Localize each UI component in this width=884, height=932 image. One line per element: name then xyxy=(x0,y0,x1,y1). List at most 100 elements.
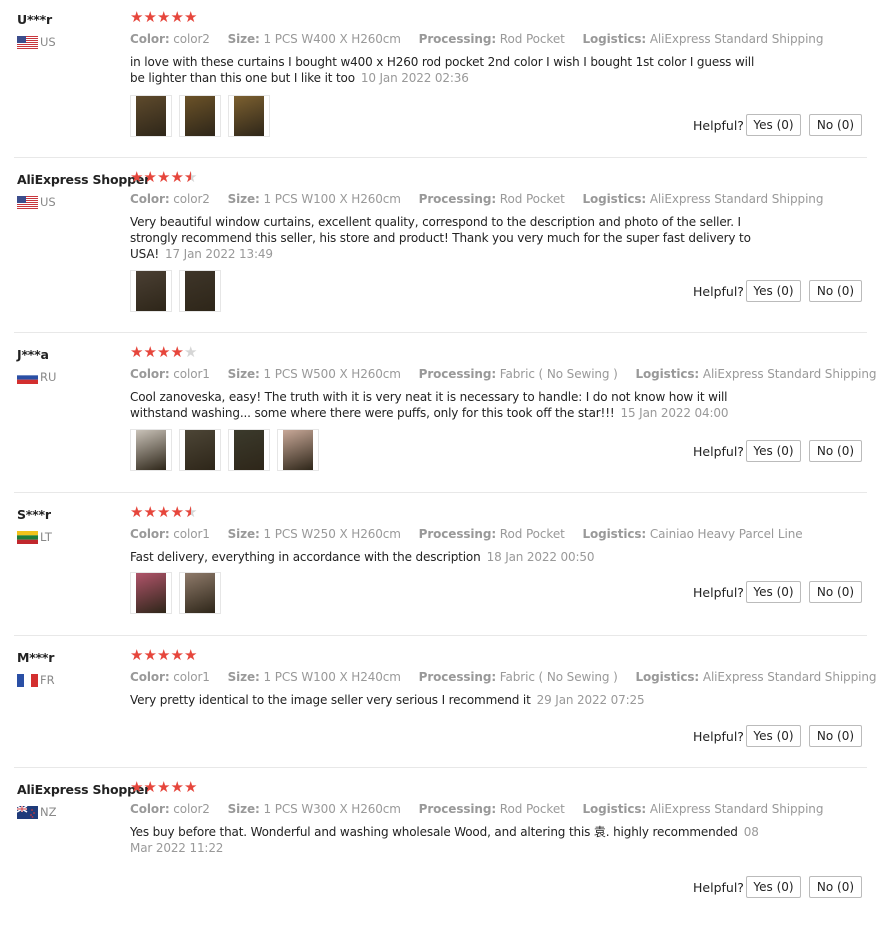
helpful-no-button[interactable]: No (0) xyxy=(809,280,862,302)
size-label: Size: xyxy=(227,192,260,206)
logistics-value: AliExpress Standard Shipping xyxy=(702,367,877,381)
star-icon: ★ xyxy=(170,647,184,664)
size-value: 1 PCS W100 X H260cm xyxy=(263,192,401,206)
reviewer-name: J***a xyxy=(17,347,49,362)
processing-label: Processing: xyxy=(418,32,497,46)
star-icon: ★ xyxy=(157,344,171,361)
logistics-label: Logistics: xyxy=(635,670,700,684)
processing-value: Rod Pocket xyxy=(499,527,565,541)
review-photo-thumbnail[interactable] xyxy=(228,429,270,471)
review-item: U***r US ★ ★ ★ ★ ★ Color: color2 Size: 1 PCS… xyxy=(0,10,884,162)
helpful-yes-button[interactable]: Yes (0) xyxy=(746,876,801,898)
helpful-yes-button[interactable]: Yes (0) xyxy=(746,440,801,462)
star-icon: ★ xyxy=(130,647,144,664)
processing-value: Rod Pocket xyxy=(499,802,565,816)
country-flag-icon xyxy=(17,35,38,49)
logistics-value: Cainiao Heavy Parcel Line xyxy=(649,527,803,541)
country-flag-icon xyxy=(17,370,38,384)
star-icon: ★ xyxy=(184,505,198,522)
color-value: color1 xyxy=(173,367,210,381)
reviewer-country: US xyxy=(17,35,56,49)
star-icon: ★ xyxy=(157,779,171,796)
star-icon: ★ xyxy=(143,9,157,26)
review-photo-thumbnail[interactable] xyxy=(130,572,172,614)
review-photo-thumbnail[interactable] xyxy=(130,95,172,137)
review-photo-thumbnail[interactable] xyxy=(179,270,221,312)
rating-stars: ★ ★ ★ ★ ★ xyxy=(130,648,198,664)
color-value: color1 xyxy=(173,527,210,541)
review-photos xyxy=(130,95,277,137)
review-text: Fast delivery, everything in accordance … xyxy=(130,549,760,565)
processing-value: Fabric ( No Sewing ) xyxy=(499,670,618,684)
helpful-yes-button[interactable]: Yes (0) xyxy=(746,725,801,747)
country-code: FR xyxy=(40,673,55,687)
helpful-yes-button[interactable]: Yes (0) xyxy=(746,280,801,302)
star-icon: ★ xyxy=(184,647,198,664)
size-label: Size: xyxy=(227,527,260,541)
review-text: Yes buy before that. Wonderful and washi… xyxy=(130,824,760,856)
order-info: Color: color1 Size: 1 PCS W250 X H260cm … xyxy=(130,527,816,541)
star-icon: ★ xyxy=(184,9,198,26)
color-label: Color: xyxy=(130,192,170,206)
order-info: Color: color2 Size: 1 PCS W100 X H260cm … xyxy=(130,192,837,206)
review-photo-thumbnail[interactable] xyxy=(179,95,221,137)
star-icon: ★ xyxy=(170,9,184,26)
star-icon: ★ xyxy=(130,344,144,361)
review-photo-thumbnail[interactable] xyxy=(130,270,172,312)
color-label: Color: xyxy=(130,670,170,684)
star-icon: ★ xyxy=(143,169,157,186)
helpful-label: Helpful? xyxy=(693,585,744,600)
photo-image xyxy=(136,271,166,311)
rating-stars: ★ ★ ★ ★ ★ xyxy=(130,780,198,796)
rating-stars: ★ ★ ★ ★ ★ xyxy=(130,10,198,26)
helpful-yes-button[interactable]: Yes (0) xyxy=(746,581,801,603)
color-label: Color: xyxy=(130,32,170,46)
helpful-no-button[interactable]: No (0) xyxy=(809,725,862,747)
order-info: Color: color1 Size: 1 PCS W100 X H240cm … xyxy=(130,670,884,684)
size-label: Size: xyxy=(227,367,260,381)
reviewer-name: S***r xyxy=(17,507,51,522)
review-item: J***a RU ★ ★ ★ ★ ★ Color: color1 Size: 1 PCS… xyxy=(0,344,884,497)
country-code: NZ xyxy=(40,805,57,819)
review-date: 29 Jan 2022 07:25 xyxy=(536,693,645,707)
helpful-no-button[interactable]: No (0) xyxy=(809,581,862,603)
star-icon: ★ xyxy=(170,779,184,796)
color-label: Color: xyxy=(130,802,170,816)
helpful-label: Helpful? xyxy=(693,118,744,133)
review-text: Very pretty identical to the image selle… xyxy=(130,692,760,708)
photo-image xyxy=(136,430,166,470)
review-date: 18 Jan 2022 00:50 xyxy=(486,550,595,564)
helpful-no-button[interactable]: No (0) xyxy=(809,876,862,898)
helpful-label: Helpful? xyxy=(693,729,744,744)
country-code: LT xyxy=(40,530,52,544)
reviewer-name: U***r xyxy=(17,12,52,27)
helpful-yes-button[interactable]: Yes (0) xyxy=(746,114,801,136)
review-photo-thumbnail[interactable] xyxy=(277,429,319,471)
helpful-label: Helpful? xyxy=(693,880,744,895)
color-label: Color: xyxy=(130,367,170,381)
star-icon: ★ xyxy=(170,504,184,521)
star-icon: ★ xyxy=(130,779,144,796)
helpful-no-button[interactable]: No (0) xyxy=(809,114,862,136)
reviewer-country: FR xyxy=(17,673,55,687)
order-info: Color: color1 Size: 1 PCS W500 X H260cm … xyxy=(130,367,884,381)
reviewer-country: NZ xyxy=(17,805,56,819)
star-icon: ★ xyxy=(143,344,157,361)
rating-stars: ★ ★ ★ ★ ★ xyxy=(130,169,198,187)
review-photo-thumbnail[interactable] xyxy=(130,429,172,471)
review-photo-thumbnail[interactable] xyxy=(179,572,221,614)
star-icon: ★ xyxy=(130,169,144,186)
order-info: Color: color2 Size: 1 PCS W400 X H260cm … xyxy=(130,32,837,46)
review-photo-thumbnail[interactable] xyxy=(228,95,270,137)
star-icon: ★ xyxy=(157,504,171,521)
review-photo-thumbnail[interactable] xyxy=(179,429,221,471)
size-value: 1 PCS W500 X H260cm xyxy=(263,367,401,381)
review-photos xyxy=(130,572,228,614)
rating-stars: ★ ★ ★ ★ ★ xyxy=(130,504,198,522)
logistics-label: Logistics: xyxy=(582,527,647,541)
review-item: AliExpress Shopper NZ ★ ★ ★ ★ ★ Color: color… xyxy=(0,780,884,932)
reviewer-country: RU xyxy=(17,370,56,384)
size-label: Size: xyxy=(227,670,260,684)
helpful-no-button[interactable]: No (0) xyxy=(809,440,862,462)
feedback-list: U***r US ★ ★ ★ ★ ★ Color: color2 Size: 1 PCS… xyxy=(0,0,884,904)
